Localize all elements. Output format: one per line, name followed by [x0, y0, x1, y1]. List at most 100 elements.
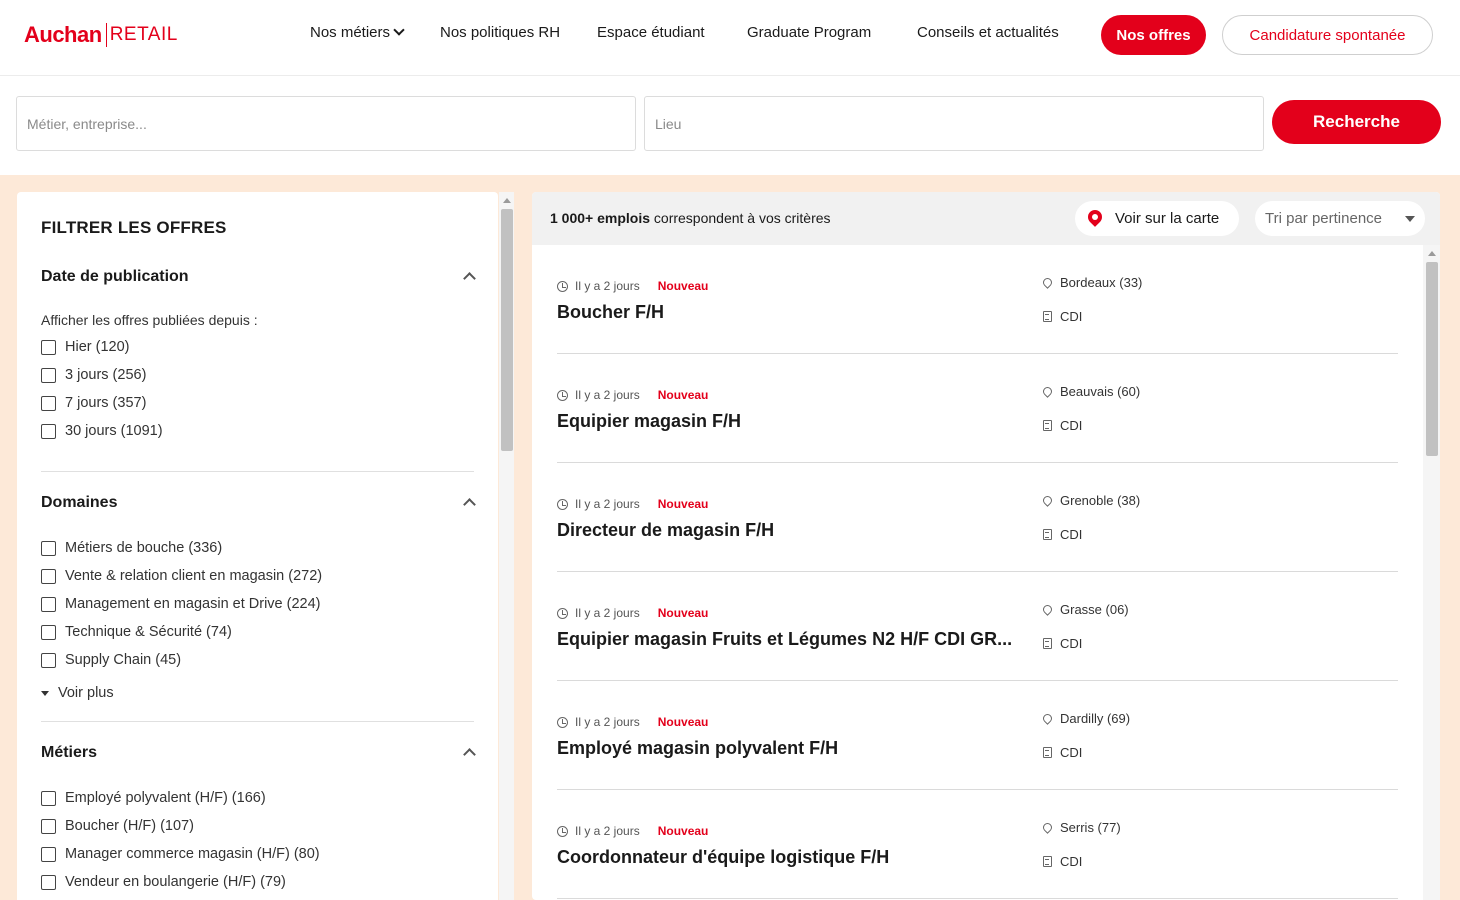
- job-posted: Il y a 2 jours: [575, 606, 640, 620]
- checkbox[interactable]: [41, 540, 56, 556]
- job-title[interactable]: Boucher F/H: [557, 302, 1019, 323]
- filter-domaine-option[interactable]: Supply Chain (45): [41, 650, 181, 670]
- job-meta: Il y a 2 jours Nouveau: [557, 497, 708, 511]
- clock-icon: [557, 280, 568, 292]
- collapse-domaines-icon[interactable]: [463, 498, 476, 511]
- filter-metier-option[interactable]: Employé polyvalent (H/F) (166): [41, 788, 266, 808]
- nav-graduate-program[interactable]: Graduate Program: [747, 24, 871, 41]
- new-badge: Nouveau: [657, 606, 709, 620]
- checkbox[interactable]: [41, 790, 56, 806]
- job-contract-label: CDI: [1060, 418, 1083, 433]
- filter-metiers-title[interactable]: Métiers: [41, 744, 97, 762]
- job-contract: CDI: [1043, 636, 1082, 651]
- filter-metier-option[interactable]: Vendeur en boulangerie (H/F) (79): [41, 872, 286, 892]
- location-search-input[interactable]: [644, 96, 1264, 151]
- filter-metier-option[interactable]: Manager commerce magasin (H/F) (80): [41, 844, 320, 864]
- document-icon: [1043, 638, 1052, 649]
- search-button[interactable]: Recherche: [1272, 100, 1441, 144]
- scroll-up-arrow-icon[interactable]: [503, 198, 511, 203]
- nav-nos-metiers[interactable]: Nos métiers: [310, 24, 405, 41]
- checkbox[interactable]: [41, 339, 56, 355]
- filter-domaines-title[interactable]: Domaines: [41, 494, 117, 512]
- checkbox[interactable]: [41, 874, 56, 890]
- job-posted: Il y a 2 jours: [575, 388, 640, 402]
- checkbox[interactable]: [41, 652, 56, 668]
- nav-espace-etudiant[interactable]: Espace étudiant: [597, 24, 705, 41]
- job-title[interactable]: Equipier magasin F/H: [557, 411, 1019, 432]
- filter-divider: [41, 471, 474, 472]
- new-badge: Nouveau: [657, 824, 709, 838]
- checkbox[interactable]: [41, 846, 56, 862]
- filter-date-option[interactable]: Hier (120): [41, 337, 129, 357]
- job-title[interactable]: Coordonnateur d'équipe logistique F/H: [557, 847, 1019, 868]
- job-contract: CDI: [1043, 418, 1082, 433]
- filter-date-option[interactable]: 30 jours (1091): [41, 421, 163, 441]
- filter-domaine-option[interactable]: Vente & relation client en magasin (272): [41, 566, 322, 586]
- job-meta: Il y a 2 jours Nouveau: [557, 824, 708, 838]
- nos-offres-button[interactable]: Nos offres: [1101, 15, 1206, 55]
- filter-date-option[interactable]: 3 jours (256): [41, 365, 146, 385]
- auchan-retail-logo[interactable]: Auchan RETAIL: [24, 20, 178, 50]
- filter-domaine-option[interactable]: Métiers de bouche (336): [41, 538, 222, 558]
- job-card[interactable]: Il y a 2 jours Nouveau Directeur de magas…: [557, 463, 1398, 572]
- filter-option-label: 7 jours (357): [65, 395, 147, 411]
- filter-divider: [41, 721, 474, 722]
- checkbox[interactable]: [41, 395, 56, 411]
- job-title[interactable]: Equipier magasin Fruits et Légumes N2 H/…: [557, 629, 1019, 650]
- job-contract-label: CDI: [1060, 636, 1083, 651]
- clock-icon: [557, 716, 568, 728]
- location-pin-icon: [1041, 603, 1054, 616]
- checkbox[interactable]: [41, 818, 56, 834]
- checkbox[interactable]: [41, 596, 56, 612]
- nav-conseils-actualites[interactable]: Conseils et actualités: [917, 24, 1059, 41]
- clock-icon: [557, 607, 568, 619]
- checkbox[interactable]: [41, 568, 56, 584]
- logo-separator: [105, 23, 107, 47]
- job-card[interactable]: Il y a 2 jours Nouveau Equipier magasin F…: [557, 572, 1398, 681]
- clock-icon: [557, 825, 568, 837]
- voir-sur-la-carte-button[interactable]: Voir sur la carte: [1075, 201, 1239, 236]
- job-location-label: Serris (77): [1060, 820, 1121, 835]
- filter-option-label: Technique & Sécurité (74): [65, 624, 232, 640]
- filter-date-option[interactable]: 7 jours (357): [41, 393, 146, 413]
- job-card[interactable]: Il y a 2 jours Nouveau Equipier magasin F…: [557, 354, 1398, 463]
- site-header: Auchan RETAIL Nos métiers Nos politiques…: [0, 0, 1460, 76]
- checkbox[interactable]: [41, 624, 56, 640]
- job-meta: Il y a 2 jours Nouveau: [557, 279, 708, 293]
- filter-domaine-option[interactable]: Technique & Sécurité (74): [41, 622, 232, 642]
- filter-option-label: 30 jours (1091): [65, 423, 163, 439]
- job-location-label: Grasse (06): [1060, 602, 1129, 617]
- filter-domaine-option[interactable]: Management en magasin et Drive (224): [41, 594, 321, 614]
- job-posted: Il y a 2 jours: [575, 824, 640, 838]
- job-location-label: Bordeaux (33): [1060, 275, 1143, 290]
- job-posted: Il y a 2 jours: [575, 715, 640, 729]
- filter-metier-option[interactable]: Boucher (H/F) (107): [41, 816, 194, 836]
- scroll-up-arrow-icon[interactable]: [1428, 251, 1436, 256]
- sort-select[interactable]: Tri par pertinence: [1255, 201, 1425, 236]
- candidature-spontanee-button[interactable]: Candidature spontanée: [1222, 15, 1433, 55]
- voir-plus-link[interactable]: Voir plus: [41, 685, 114, 701]
- collapse-date-icon[interactable]: [463, 272, 476, 285]
- job-location: Grasse (06): [1041, 602, 1129, 617]
- document-icon: [1043, 747, 1052, 758]
- nav-politiques-rh[interactable]: Nos politiques RH: [440, 24, 560, 41]
- new-badge: Nouveau: [657, 497, 709, 511]
- clock-icon: [557, 389, 568, 401]
- collapse-metiers-icon[interactable]: [463, 748, 476, 761]
- checkbox[interactable]: [41, 367, 56, 383]
- checkbox[interactable]: [41, 423, 56, 439]
- map-pin-icon: [1085, 207, 1105, 227]
- job-card[interactable]: Il y a 2 jours Nouveau Coordonnateur d'éq…: [557, 790, 1398, 899]
- job-title[interactable]: Employé magasin polyvalent F/H: [557, 738, 1019, 759]
- filter-option-label: Employé polyvalent (H/F) (166): [65, 790, 266, 806]
- new-badge: Nouveau: [657, 715, 709, 729]
- job-card[interactable]: Il y a 2 jours Nouveau Employé magasin po…: [557, 681, 1398, 790]
- caret-down-icon: [41, 690, 49, 696]
- filter-option-label: Management en magasin et Drive (224): [65, 596, 321, 612]
- job-title[interactable]: Directeur de magasin F/H: [557, 520, 1019, 541]
- job-search-input[interactable]: [16, 96, 636, 151]
- filter-date-title[interactable]: Date de publication: [41, 268, 189, 286]
- job-card[interactable]: Il y a 2 jours Nouveau Boucher F/H Bordea…: [557, 245, 1398, 354]
- results-scrollbar-thumb[interactable]: [1426, 262, 1438, 456]
- filters-scrollbar-thumb[interactable]: [501, 209, 513, 451]
